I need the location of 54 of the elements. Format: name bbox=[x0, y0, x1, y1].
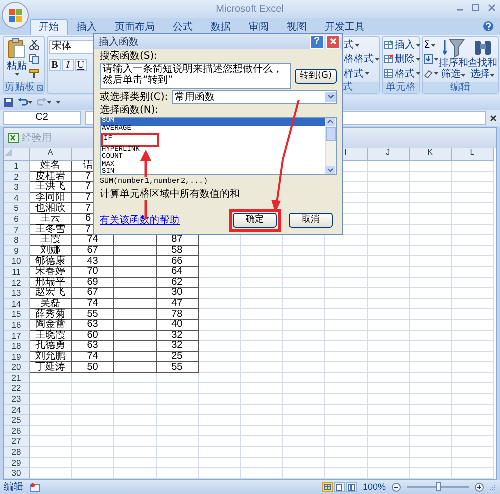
table-cell: 宋春婷 bbox=[30, 266, 72, 278]
table-cell: 姓名 bbox=[30, 161, 72, 172]
dialog-title: 插入函数 bbox=[99, 36, 140, 48]
table-cell: 69 bbox=[72, 278, 114, 288]
table-cell: 孔德勇 bbox=[30, 341, 72, 352]
table-cell: 47 bbox=[156, 298, 199, 310]
table-cell: 67 bbox=[72, 246, 114, 256]
group-label: 剪贴板 bbox=[5, 82, 35, 93]
table-cell: 吴磊 bbox=[30, 298, 72, 310]
table-cell: 刘允鹏 bbox=[30, 352, 72, 362]
table-cell: 63 bbox=[72, 341, 114, 352]
window-title: Microsoft Excel bbox=[216, 4, 284, 14]
table-cell: 王霞 bbox=[30, 235, 72, 246]
table-cell: 62 bbox=[156, 278, 199, 288]
table-cell: 70 bbox=[72, 266, 114, 278]
table-cell: 也湘欣 bbox=[30, 203, 72, 214]
table-cell: 陶金蕾 bbox=[30, 320, 72, 330]
table-cell: 40 bbox=[156, 320, 199, 330]
table-cell: 32 bbox=[156, 341, 199, 352]
table-cell: 64 bbox=[156, 266, 199, 278]
table-cell: 55 bbox=[72, 309, 114, 320]
table-cell: 60 bbox=[72, 330, 114, 342]
table-cell: 30 bbox=[156, 288, 199, 299]
table-cell: 67 bbox=[72, 288, 114, 299]
group-label: 编辑 bbox=[450, 82, 470, 93]
table-cell: 赵宏飞 bbox=[30, 288, 72, 299]
function-description: 计算单元格区域中所有数值的和 bbox=[100, 189, 240, 200]
table-cell: 50 bbox=[72, 362, 114, 373]
table-cell: 66 bbox=[156, 256, 199, 267]
table-cell: 32 bbox=[156, 330, 199, 342]
table-cell: 李同阳 bbox=[30, 192, 72, 204]
workbook-title: 经验用 bbox=[22, 132, 52, 145]
table-cell: 78 bbox=[156, 309, 199, 320]
table-cell: 74 bbox=[72, 352, 114, 362]
table-cell: 63 bbox=[72, 320, 114, 330]
table-cell: 74 bbox=[72, 298, 114, 310]
table-cell: 王晓霞 bbox=[30, 330, 72, 342]
field-label: 搜索函数(S): bbox=[100, 51, 159, 62]
table-cell: 王洪飞 bbox=[30, 182, 72, 193]
table-cell: 43 bbox=[72, 256, 114, 267]
table-cell: 25 bbox=[156, 352, 199, 362]
group-label: 单元格 bbox=[386, 82, 416, 93]
table-cell: 刘娜 bbox=[30, 246, 72, 256]
table-cell: 王云 bbox=[30, 214, 72, 225]
field-label: 选择函数(N): bbox=[100, 105, 160, 116]
status-text: 编辑 bbox=[4, 480, 24, 494]
table-cell: 58 bbox=[156, 246, 199, 256]
field-label: 或选择类别(C): bbox=[100, 92, 168, 102]
table-cell: 55 bbox=[156, 362, 199, 373]
table-cell: 薛秀菊 bbox=[30, 309, 72, 320]
table-cell: 王冬雪 bbox=[30, 224, 72, 236]
group-label: 式 bbox=[343, 82, 353, 93]
table-cell: 郇德康 bbox=[30, 256, 72, 267]
table-cell: 丁延涛 bbox=[30, 362, 72, 373]
